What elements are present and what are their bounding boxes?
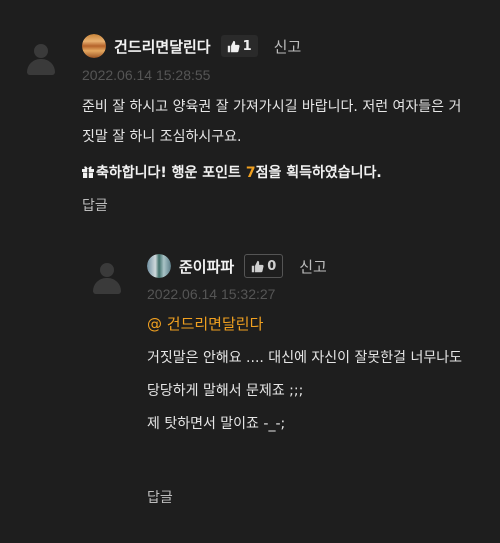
like-button[interactable]: 0 xyxy=(244,254,284,278)
like-count: 1 xyxy=(242,38,252,54)
comment-text: 준비 잘 하시고 양육권 잘 가져가시길 바랍니다. 저런 여자들은 거 짓말 … xyxy=(82,92,492,152)
comment-header: 건드리면달린다 1 신고 xyxy=(82,34,301,58)
profile-photo-avatar[interactable] xyxy=(147,254,171,278)
reply-button[interactable]: 답글 xyxy=(82,195,108,215)
thumbs-up-icon xyxy=(227,40,240,52)
comment-header: 준이파파 0 신고 xyxy=(147,254,327,278)
comment-text-line: 짓말 잘 하니 조심하시구요. xyxy=(82,129,242,145)
notice-text-end: 점을 획득하였습니다. xyxy=(255,165,382,181)
comment-text-line: 제 탓하면서 말이죠 -_-; xyxy=(147,416,286,432)
comment-text-line: 준비 잘 하시고 양육권 잘 가져가시길 바랍니다. 저런 여자들은 거 xyxy=(82,99,462,115)
comment-text-line: 거짓말은 안해요 .... 대신에 자신이 잘못한걸 너무나도 xyxy=(147,350,462,366)
like-count: 0 xyxy=(267,258,277,274)
gift-icon xyxy=(82,166,94,178)
report-button[interactable]: 신고 xyxy=(274,36,302,57)
nickname[interactable]: 준이파파 xyxy=(179,256,234,277)
user-avatar-placeholder-icon xyxy=(25,44,57,76)
notice-text: 축하합니다! 행운 포인트 xyxy=(96,165,246,181)
mention-link[interactable]: @ 건드리면달린다 xyxy=(147,313,263,334)
lucky-point-notice: 축하합니다! 행운 포인트 7점을 획득하였습니다. xyxy=(82,162,382,182)
report-button[interactable]: 신고 xyxy=(299,256,327,277)
thumbs-up-icon xyxy=(252,260,264,272)
comment-text-line: 당당하게 말해서 문제죠 ;;; xyxy=(147,383,304,399)
notice-points: 7 xyxy=(245,165,256,181)
user-avatar-placeholder-icon xyxy=(91,263,123,295)
comment-date: 2022.06.14 15:32:27 xyxy=(147,286,276,302)
planet-avatar-icon[interactable] xyxy=(82,34,106,58)
nickname[interactable]: 건드리면달린다 xyxy=(114,36,211,57)
like-button[interactable]: 1 xyxy=(220,35,258,57)
reply-button[interactable]: 답글 xyxy=(147,487,173,507)
comment-text: 거짓말은 안해요 .... 대신에 자신이 잘못한걸 너무나도 당당하게 말해서… xyxy=(147,342,492,441)
comment-date: 2022.06.14 15:28:55 xyxy=(82,67,211,83)
